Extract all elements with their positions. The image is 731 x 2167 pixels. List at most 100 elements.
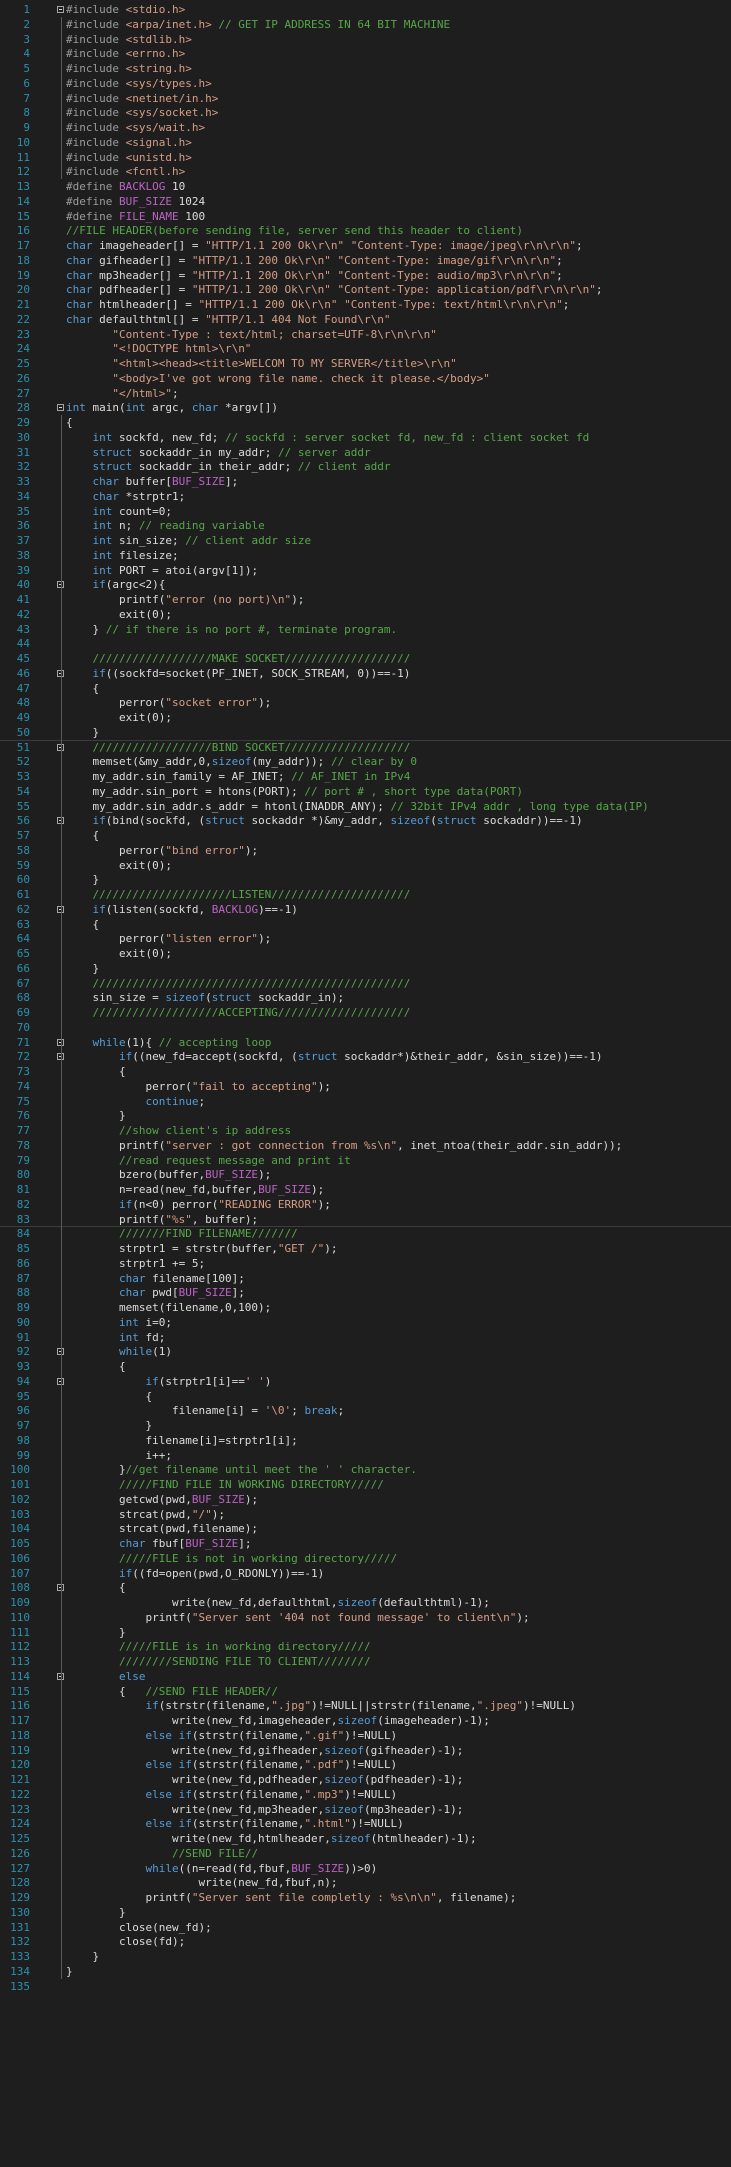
- code-line[interactable]: 71 while(1){ // accepting loop: [0, 1035, 731, 1051]
- code-line[interactable]: 35 int count=0;: [0, 504, 731, 520]
- code-line[interactable]: 3 #include <stdlib.h>: [0, 32, 731, 48]
- code-line[interactable]: 113 ////////SENDING FILE TO CLIENT//////…: [0, 1654, 731, 1670]
- code-line[interactable]: 107 if((fd=open(pwd,O_RDONLY))==-1): [0, 1566, 731, 1582]
- code-line[interactable]: 135: [0, 1979, 731, 1995]
- code-line[interactable]: 120 else if(strstr(filename,".pdf")!=NUL…: [0, 1757, 731, 1773]
- code-line[interactable]: 82 if(n<0) perror("READING ERROR");: [0, 1197, 731, 1213]
- code-line[interactable]: 91 int fd;: [0, 1330, 731, 1346]
- code-line[interactable]: 60 }: [0, 872, 731, 888]
- code-line[interactable]: 50 }: [0, 725, 731, 741]
- code-line[interactable]: 132 close(fd);: [0, 1934, 731, 1950]
- code-line[interactable]: 77 //show client's ip address: [0, 1123, 731, 1139]
- code-line[interactable]: 66 }: [0, 961, 731, 977]
- code-line[interactable]: 75 continue;: [0, 1094, 731, 1110]
- code-line[interactable]: 25 "<html><head><title>WELCOM TO MY SERV…: [0, 356, 731, 372]
- code-line[interactable]: 7 #include <netinet/in.h>: [0, 91, 731, 107]
- code-line[interactable]: 36 int n; // reading variable: [0, 518, 731, 534]
- code-line[interactable]: 51 //////////////////BIND SOCKET////////…: [0, 740, 731, 756]
- code-line[interactable]: 94 if(strptr1[i]==' '): [0, 1374, 731, 1390]
- code-line[interactable]: 112 /////FILE is in working directory///…: [0, 1639, 731, 1655]
- code-line[interactable]: 62 if(listen(sockfd, BACKLOG)==-1): [0, 902, 731, 918]
- code-line[interactable]: 12 #include <fcntl.h>: [0, 164, 731, 180]
- code-line[interactable]: 55 my_addr.sin_addr.s_addr = htonl(INADD…: [0, 799, 731, 815]
- code-line[interactable]: 27 "</html>";: [0, 386, 731, 402]
- code-line[interactable]: 5 #include <string.h>: [0, 61, 731, 77]
- code-line[interactable]: 68 sin_size = sizeof(struct sockaddr_in)…: [0, 990, 731, 1006]
- code-line[interactable]: 37 int sin_size; // client addr size: [0, 533, 731, 549]
- code-line[interactable]: 4 #include <errno.h>: [0, 46, 731, 62]
- code-line[interactable]: 28 int main(int argc, char *argv[]): [0, 400, 731, 416]
- code-line[interactable]: 42 exit(0);: [0, 607, 731, 623]
- code-line[interactable]: 122 else if(strstr(filename,".mp3")!=NUL…: [0, 1787, 731, 1803]
- code-line[interactable]: 16 //FILE HEADER(before sending file, ser…: [0, 223, 731, 239]
- code-line[interactable]: 38 int filesize;: [0, 548, 731, 564]
- code-line[interactable]: 32 struct sockaddr_in their_addr; // cli…: [0, 459, 731, 475]
- code-line[interactable]: 24 "<!DOCTYPE html>\r\n": [0, 341, 731, 357]
- code-line[interactable]: 6 #include <sys/types.h>: [0, 76, 731, 92]
- code-line[interactable]: 134}: [0, 1964, 731, 1980]
- code-line[interactable]: 33 char buffer[BUF_SIZE];: [0, 474, 731, 490]
- code-line[interactable]: 80 bzero(buffer,BUF_SIZE);: [0, 1167, 731, 1183]
- code-line[interactable]: 70: [0, 1020, 731, 1036]
- code-line[interactable]: 81 n=read(new_fd,buffer,BUF_SIZE);: [0, 1182, 731, 1198]
- code-line[interactable]: 128 write(new_fd,fbuf,n);: [0, 1875, 731, 1891]
- code-line[interactable]: 65 exit(0);: [0, 946, 731, 962]
- code-line[interactable]: 117 write(new_fd,imageheader,sizeof(imag…: [0, 1713, 731, 1729]
- code-line[interactable]: 54 my_addr.sin_port = htons(PORT); // po…: [0, 784, 731, 800]
- code-line[interactable]: 93 {: [0, 1359, 731, 1375]
- code-line[interactable]: 110 printf("Server sent '404 not found m…: [0, 1610, 731, 1626]
- code-line[interactable]: 13 #define BACKLOG 10: [0, 179, 731, 195]
- code-line[interactable]: 21 char htmlheader[] = "HTTP/1.1 200 Ok\r…: [0, 297, 731, 313]
- code-line[interactable]: 78 printf("server : got connection from …: [0, 1138, 731, 1154]
- code-line[interactable]: 30 int sockfd, new_fd; // sockfd : serve…: [0, 430, 731, 446]
- code-line[interactable]: 92 while(1): [0, 1344, 731, 1360]
- code-line[interactable]: 101 /////FIND FILE IN WORKING DIRECTORY/…: [0, 1477, 731, 1493]
- code-line[interactable]: 96 filename[i] = '\0'; break;: [0, 1403, 731, 1419]
- code-line[interactable]: 74 perror("fail to accepting");: [0, 1079, 731, 1095]
- code-line[interactable]: 8 #include <sys/socket.h>: [0, 105, 731, 121]
- code-line[interactable]: 58 perror("bind error");: [0, 843, 731, 859]
- code-line[interactable]: 56 if(bind(sockfd, (struct sockaddr *)&m…: [0, 813, 731, 829]
- code-line[interactable]: 126 //SEND FILE//: [0, 1846, 731, 1862]
- code-line[interactable]: 34 char *strptr1;: [0, 489, 731, 505]
- code-line[interactable]: 29 {: [0, 415, 731, 431]
- code-line[interactable]: 2 #include <arpa/inet.h> // GET IP ADDRES…: [0, 17, 731, 33]
- code-line[interactable]: 69 ///////////////////ACCEPTING/////////…: [0, 1005, 731, 1021]
- code-line[interactable]: 100 }//get filename until meet the ' ' c…: [0, 1462, 731, 1478]
- code-line[interactable]: 118 else if(strstr(filename,".gif")!=NUL…: [0, 1728, 731, 1744]
- code-line[interactable]: 119 write(new_fd,gifheader,sizeof(gifhea…: [0, 1743, 731, 1759]
- code-line[interactable]: 15 #define FILE_NAME 100: [0, 209, 731, 225]
- code-line[interactable]: 109 write(new_fd,defaulthtml,sizeof(defa…: [0, 1595, 731, 1611]
- code-line[interactable]: 133 }: [0, 1949, 731, 1965]
- code-line[interactable]: 129 printf("Server sent file completly :…: [0, 1890, 731, 1906]
- code-line[interactable]: 63 {: [0, 917, 731, 933]
- code-line[interactable]: 43 } // if there is no port #, terminate…: [0, 622, 731, 638]
- code-line[interactable]: 11 #include <unistd.h>: [0, 150, 731, 166]
- code-line[interactable]: 102 getcwd(pwd,BUF_SIZE);: [0, 1492, 731, 1508]
- code-line[interactable]: 99 i++;: [0, 1448, 731, 1464]
- code-editor[interactable]: 1 #include <stdio.h> 2 #include <arpa/inet.…: [0, 0, 731, 2167]
- code-line[interactable]: 98 filename[i]=strptr1[i];: [0, 1433, 731, 1449]
- code-line[interactable]: 20 char pdfheader[] = "HTTP/1.1 200 Ok\r\…: [0, 282, 731, 298]
- code-line[interactable]: 45 //////////////////MAKE SOCKET////////…: [0, 651, 731, 667]
- code-line[interactable]: 85 strptr1 = strstr(buffer,"GET /");: [0, 1241, 731, 1257]
- code-line[interactable]: 14 #define BUF_SIZE 1024: [0, 194, 731, 210]
- code-line[interactable]: 83 printf("%s", buffer);: [0, 1212, 731, 1228]
- code-line[interactable]: 73 {: [0, 1064, 731, 1080]
- code-line[interactable]: 103 strcat(pwd,"/");: [0, 1507, 731, 1523]
- code-line[interactable]: 67 /////////////////////////////////////…: [0, 976, 731, 992]
- code-line[interactable]: 19 char mp3header[] = "HTTP/1.1 200 Ok\r\…: [0, 268, 731, 284]
- code-line[interactable]: 48 perror("socket error");: [0, 695, 731, 711]
- code-line[interactable]: 79 //read request message and print it: [0, 1153, 731, 1169]
- code-line[interactable]: 47 {: [0, 681, 731, 697]
- code-line[interactable]: 111 }: [0, 1625, 731, 1641]
- fold-toggle-icon[interactable]: [57, 404, 64, 412]
- code-line[interactable]: 90 int i=0;: [0, 1315, 731, 1331]
- code-line[interactable]: 114 else: [0, 1669, 731, 1685]
- code-line[interactable]: 131 close(new_fd);: [0, 1920, 731, 1936]
- code-line[interactable]: 46 if((sockfd=socket(PF_INET, SOCK_STREA…: [0, 666, 731, 682]
- code-line[interactable]: 41 printf("error (no port)\n");: [0, 592, 731, 608]
- code-line[interactable]: 88 char pwd[BUF_SIZE];: [0, 1285, 731, 1301]
- code-line[interactable]: 89 memset(filename,0,100);: [0, 1300, 731, 1316]
- code-line[interactable]: 23 "Content-Type : text/html; charset=UT…: [0, 327, 731, 343]
